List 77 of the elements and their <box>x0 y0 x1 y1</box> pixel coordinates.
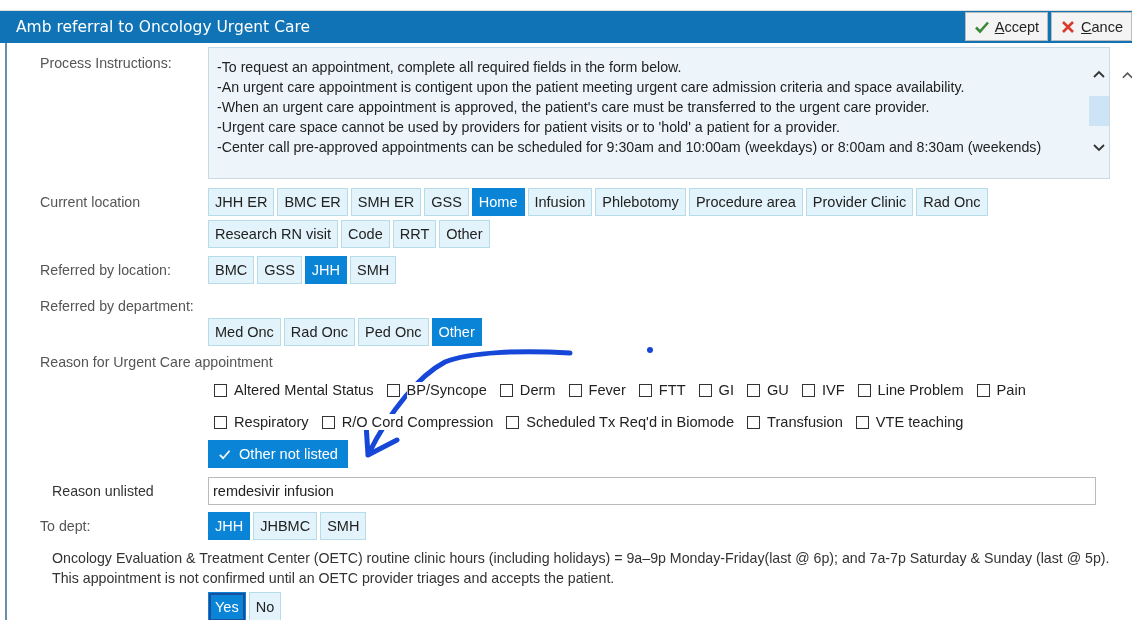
option-button[interactable]: BMC <box>208 256 255 284</box>
checkbox-label: Altered Mental Status <box>234 382 374 398</box>
field-label: Process Instructions: <box>40 54 173 71</box>
checkbox[interactable] <box>698 383 712 397</box>
option-button[interactable]: JHBMC <box>253 512 318 540</box>
checkbox[interactable] <box>214 383 227 397</box>
option-button[interactable]: Phlebotomy <box>595 188 686 216</box>
checkbox[interactable] <box>801 383 815 397</box>
option-button[interactable]: JHH <box>304 256 348 284</box>
option-button[interactable]: Rad Onc <box>916 188 988 216</box>
annotation-dot <box>647 347 653 353</box>
checkbox[interactable] <box>568 383 582 397</box>
option-button[interactable]: BMC ER <box>277 188 348 216</box>
field-label: Reason for Urgent Care appointment <box>40 354 274 370</box>
checkbox[interactable] <box>499 383 513 397</box>
checkbox-label: Pain <box>996 382 1026 398</box>
field-label: Referred by department: <box>40 298 195 314</box>
option-button[interactable]: Rad Onc <box>283 318 356 346</box>
option-button[interactable]: Code <box>341 220 390 248</box>
checkbox[interactable] <box>506 415 520 429</box>
field-label: Current location <box>40 193 142 210</box>
reason-unlisted-field[interactable]: remdesivir infusion <box>208 477 1096 505</box>
option-button[interactable]: SMH <box>320 512 367 540</box>
close-icon <box>1060 18 1077 35</box>
field-label: Reason unlisted <box>51 483 155 499</box>
checkbox[interactable] <box>747 415 761 429</box>
accept-button[interactable]: Accept <box>964 12 1049 41</box>
option-button[interactable]: Home <box>471 188 525 216</box>
option-button[interactable]: JHH <box>208 512 251 540</box>
window-title: Amb referral to Oncology Urgent Care <box>16 18 310 36</box>
option-button[interactable]: Other <box>431 318 482 346</box>
option-button[interactable]: Procedure area <box>688 188 803 216</box>
option-button[interactable]: Med Onc <box>208 318 281 346</box>
checkbox[interactable] <box>857 383 871 397</box>
checkbox-label: Transfusion <box>767 414 843 430</box>
option-button[interactable]: JHH ER <box>208 188 275 216</box>
other-not-listed-toggle[interactable]: Other not listed <box>208 440 348 468</box>
checkbox-label: BP/Syncope <box>406 382 487 398</box>
checkbox-label: Line Problem <box>877 382 964 398</box>
option-button[interactable]: Infusion <box>527 188 593 216</box>
scroll-thumb[interactable] <box>1089 96 1109 126</box>
cancel-button[interactable]: Cance <box>1051 12 1132 41</box>
option-button[interactable]: GSS <box>424 188 469 216</box>
instructions-text: -To request an appointment, complete all required fields in the form below. -An urgent care appointment is contigent upon the patient meeting urgent care admission criteria and space availability. -When an urgent care appointment is approved, the patient's care must be transferred to the urgent care provider. -Urgent care space cannot be used by providers for patient visits or to 'hold' a patient for a provider. -Center call pre-approved appointments can be scheduled for 9:30am and 10:00am (weekdays) or 8:00am and 8:30am (weekends) <box>216 58 1043 157</box>
checkbox[interactable] <box>638 383 652 397</box>
option-button[interactable]: Yes <box>208 592 246 620</box>
notice-text: Oncology Evaluation & Treatment Center (OETC) routine clinic hours (including holidays) = 9a–9p Monday-Friday(last @ 6p); and 7a-7p Saturday & Sunday (last @ 5p). This appointment is not confirmed until an OETC provider triages and accepts the patient. <box>52 549 1111 588</box>
checkbox-label: IVF <box>821 382 845 398</box>
option-button[interactable]: Ped Onc <box>358 318 429 346</box>
checkbox-label: Scheduled Tx Req'd in Biomode <box>526 414 735 430</box>
checkbox[interactable] <box>976 383 990 397</box>
checkbox-label: GI <box>718 382 734 398</box>
scroll-up-icon[interactable] <box>1093 70 1105 78</box>
option-button[interactable]: Research RN visit <box>208 220 339 248</box>
checkbox-label: VTE teaching <box>875 414 964 430</box>
checkbox-label: Respiratory <box>234 414 309 430</box>
option-button[interactable]: RRT <box>392 220 437 248</box>
option-button[interactable]: SMH ER <box>350 188 422 216</box>
option-button[interactable]: SMH <box>350 256 397 284</box>
option-button[interactable]: No <box>248 592 282 620</box>
checkbox-label: FTT <box>658 382 686 398</box>
option-button[interactable]: Other <box>439 220 490 248</box>
option-button[interactable]: GSS <box>257 256 302 284</box>
checkbox[interactable] <box>214 415 227 429</box>
scroll-up-icon[interactable] <box>1122 71 1132 79</box>
checkbox-label: R/O Cord Compression <box>341 414 494 430</box>
checkbox[interactable] <box>386 383 400 397</box>
checkbox-label: Derm <box>519 382 556 398</box>
field-label: To dept: <box>40 517 92 534</box>
field-label: Referred by location: <box>40 261 172 278</box>
checkbox[interactable] <box>855 415 869 429</box>
option-button[interactable]: Provider Clinic <box>805 188 914 216</box>
checkbox[interactable] <box>321 415 335 429</box>
scroll-down-icon[interactable] <box>1093 144 1105 152</box>
checkbox-label: GU <box>767 382 789 398</box>
checkbox[interactable] <box>747 383 760 397</box>
checkbox-label: Fever <box>588 382 626 398</box>
